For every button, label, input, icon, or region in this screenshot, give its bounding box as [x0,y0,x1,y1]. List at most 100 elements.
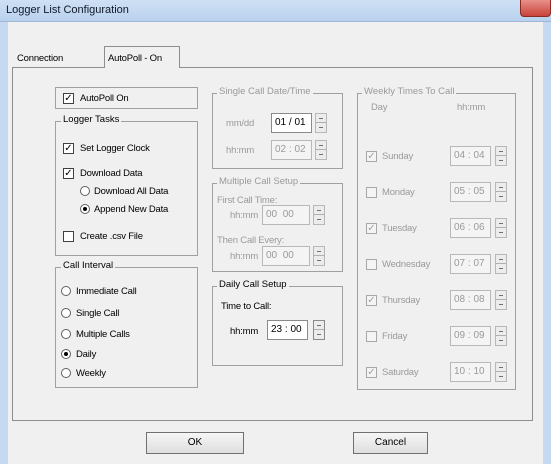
immediate-call-radio[interactable] [61,286,71,296]
daily-label: Daily [76,349,97,360]
single-call-radio[interactable] [61,308,71,318]
single-date-day: 01 [294,117,306,128]
close-icon[interactable] [520,0,551,17]
daily-sep: : [284,324,288,335]
weekday-hour: 04 [454,150,466,161]
single-time-sep: : [288,144,292,155]
weekday-monday-checkbox[interactable] [366,187,377,198]
weekday-saturday-time-field[interactable]: 10 : 10 [450,362,491,382]
weekday-sep: : [467,294,471,305]
weekday-hour: 09 [454,330,466,341]
weekday-sep: : [467,330,471,341]
create-csv-checkbox[interactable] [63,231,74,242]
weekday-hour: 06 [454,222,466,233]
single-time-field[interactable]: 02 : 02 [271,140,312,160]
daily-call-title: Daily Call Setup [217,279,289,290]
weekday-thursday-label: Thursday [382,295,421,306]
daily-time-spin-icon[interactable] [313,320,325,340]
download-data-checkbox[interactable]: ✓ [63,168,74,179]
single-date-field[interactable]: 01 / 01 [271,113,312,133]
weekday-tuesday-label: Tuesday [382,223,417,234]
autopoll-checkbox[interactable]: ✓ [63,93,74,104]
first-call-hour: 00 [266,209,278,220]
weekday-wednesday-checkbox[interactable] [366,259,377,270]
weekday-wednesday-time-field[interactable]: 07 : 07 [450,254,491,274]
weekday-friday-checkbox[interactable] [366,331,377,342]
title-bar: Logger List Configuration [0,0,551,22]
single-date-sep: / [288,117,292,128]
weekday-monday-spin-icon[interactable] [495,182,507,202]
weekday-monday-time-field[interactable]: 05 : 05 [450,182,491,202]
daily-radio[interactable] [61,349,71,359]
single-date-spin-icon[interactable] [315,113,327,133]
weekday-sunday-label: Sunday [382,151,414,162]
weekday-friday-time-field[interactable]: 09 : 09 [450,326,491,346]
weekday-thursday-spin-icon[interactable] [495,290,507,310]
then-call-spin-icon[interactable] [313,246,325,266]
single-time-label: hh:mm [226,145,255,156]
weekday-tuesday-time-field[interactable]: 06 : 06 [450,218,491,238]
multiple-calls-radio[interactable] [61,329,71,339]
set-clock-checkbox[interactable]: ✓ [63,143,74,154]
single-date-label: mm/dd [226,118,255,129]
append-new-label: Append New Data [94,204,169,215]
weekday-minute: 06 [473,222,485,233]
append-new-radio[interactable] [80,204,90,214]
weekday-sunday-spin-icon[interactable] [495,146,507,166]
tab-autopoll[interactable]: AutoPoll - On [104,46,180,68]
weekday-minute: 09 [473,330,485,341]
autopoll-label: AutoPoll On [80,93,129,104]
weekday-minute: 04 [473,150,485,161]
weekday-saturday-checkbox[interactable]: ✓ [366,367,377,378]
weekday-sunday-time-field[interactable]: 04 : 04 [450,146,491,166]
weekday-tuesday-checkbox[interactable]: ✓ [366,223,377,234]
weekday-sep: : [467,150,471,161]
weekday-minute: 07 [473,258,485,269]
weekday-monday-label: Monday [382,187,415,198]
time-to-call-label: Time to Call: [221,301,272,312]
weekday-minute: 10 [473,366,485,377]
daily-hhmm-label: hh:mm [230,326,259,337]
tab-connection[interactable]: Connection [17,53,63,64]
daily-time-field[interactable]: 23 : 00 [267,320,308,340]
single-time-minute: 02 [294,144,306,155]
weekday-friday-spin-icon[interactable] [495,326,507,346]
window-frame-right [543,22,551,464]
daily-minute: 00 [290,324,302,335]
window-frame-left [0,22,8,464]
download-data-label: Download Data [80,168,143,179]
weekday-wednesday-spin-icon[interactable] [495,254,507,274]
create-csv-label: Create .csv File [80,231,143,242]
weekly-col-time: hh:mm [457,102,486,113]
then-call-minute: 00 [282,250,294,261]
set-clock-label: Set Logger Clock [80,143,150,154]
logger-tasks-title: Logger Tasks [61,114,122,125]
then-call-hour: 00 [266,250,278,261]
weekday-saturday-spin-icon[interactable] [495,362,507,382]
multiple-call-title: Multiple Call Setup [217,176,301,187]
call-interval-title: Call Interval [61,260,116,271]
single-call-label: Single Call [76,308,120,319]
immediate-call-label: Immediate Call [76,286,137,297]
tab-autopoll-label: AutoPoll - On [108,53,162,64]
weekly-title: Weekly Times To Call [362,86,457,97]
weekday-thursday-time-field[interactable]: 08 : 08 [450,290,491,310]
download-all-radio[interactable] [80,186,90,196]
first-call-spin-icon[interactable] [313,205,325,225]
cancel-button[interactable]: Cancel [353,432,428,454]
weekday-tuesday-spin-icon[interactable] [495,218,507,238]
weekday-minute: 05 [473,186,485,197]
weekday-sep: : [467,186,471,197]
daily-hour: 23 [271,324,283,335]
weekday-sunday-checkbox[interactable]: ✓ [366,151,377,162]
weekday-thursday-checkbox[interactable]: ✓ [366,295,377,306]
single-call-title: Single Call Date/Time [217,86,313,97]
then-call-field[interactable]: 00 00 [262,246,310,266]
then-call-label: Then Call Every: [217,235,285,246]
weekday-minute: 08 [473,294,485,305]
first-call-field[interactable]: 00 00 [262,205,310,225]
weekly-radio[interactable] [61,368,71,378]
single-time-spin-icon[interactable] [315,140,327,160]
single-time-hour: 02 [275,144,287,155]
ok-button[interactable]: OK [146,432,244,454]
